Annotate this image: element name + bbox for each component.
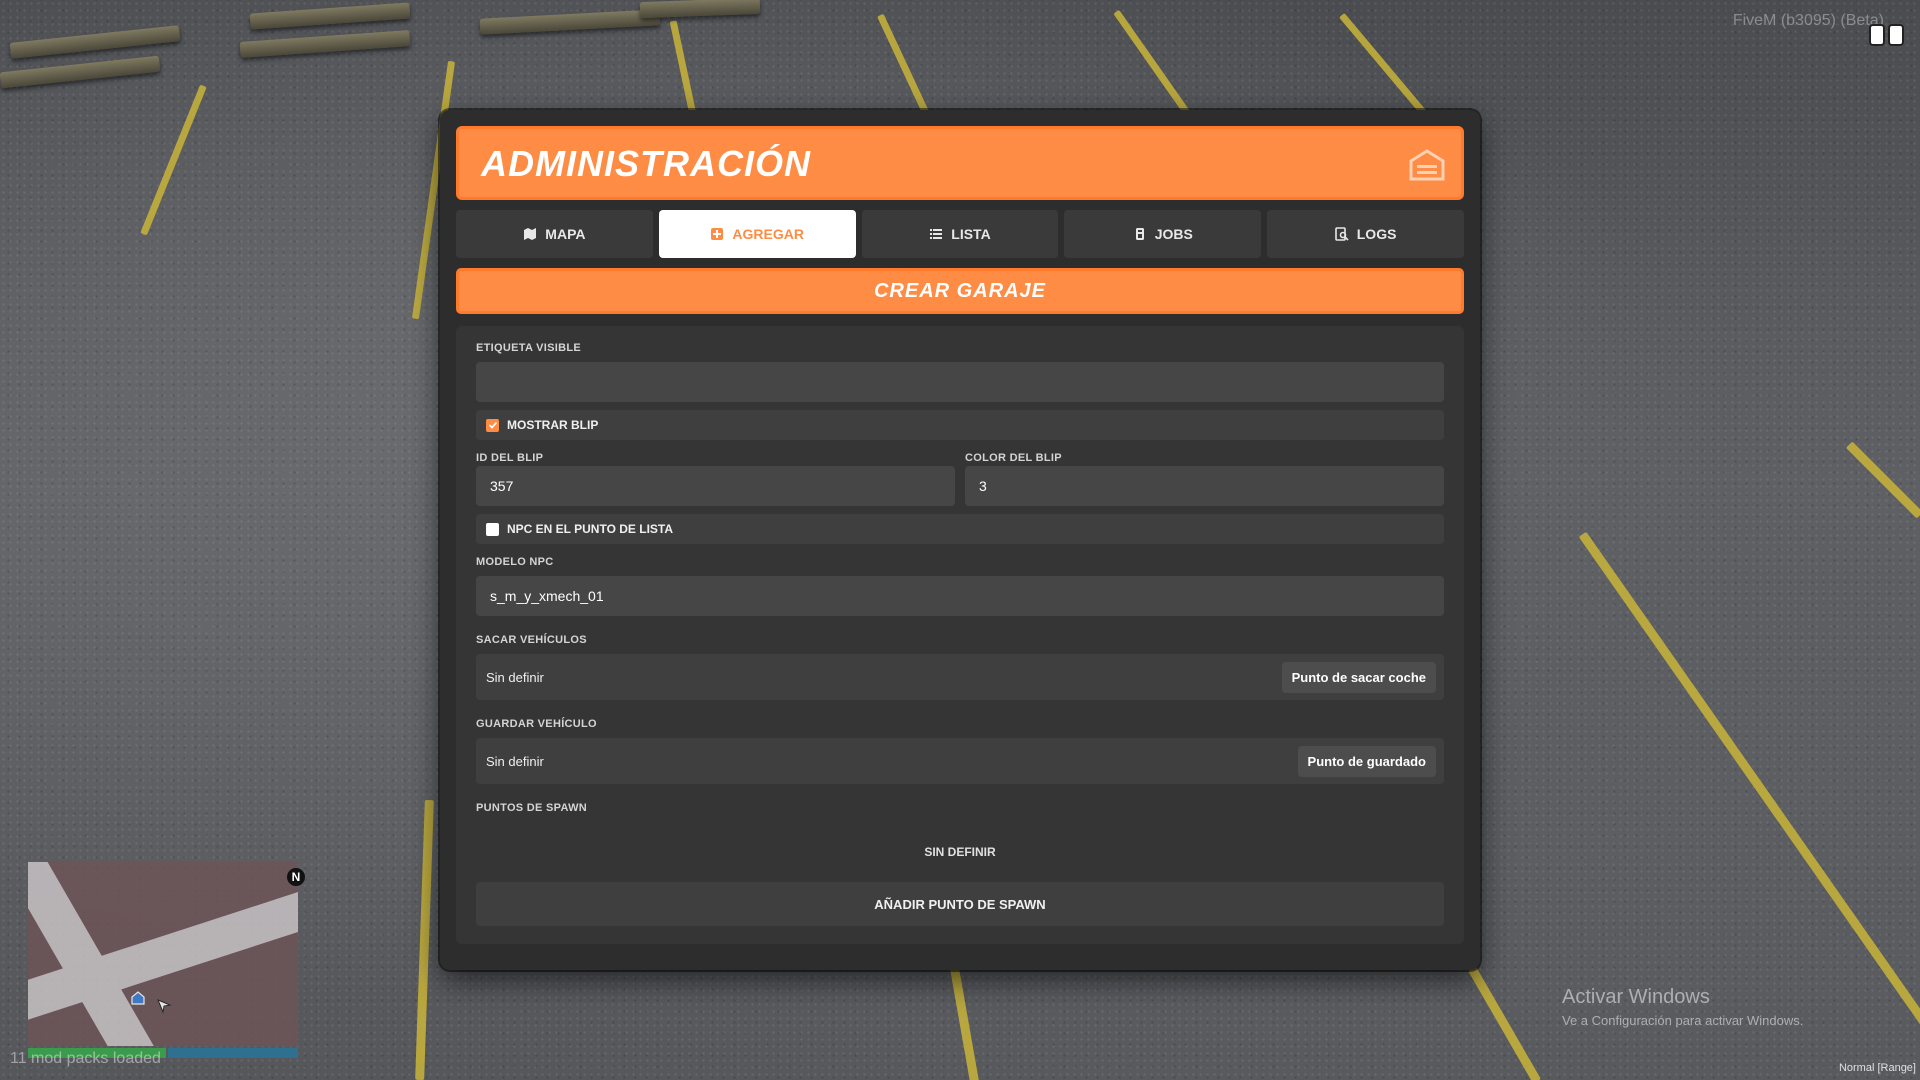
status-icon — [1888, 24, 1904, 46]
visible-label-input[interactable] — [476, 362, 1444, 402]
activate-windows-title: Activar Windows — [1562, 986, 1710, 1008]
spawn-points-label: PUNTOS DE SPAWN — [476, 802, 588, 814]
fivem-status-icons — [1869, 24, 1904, 46]
store-vehicle-value: Sin definir — [486, 753, 544, 769]
tab-mapa[interactable]: MAPA — [456, 210, 653, 258]
checkmark-icon — [488, 421, 497, 429]
garage-blip-icon — [131, 991, 145, 1005]
npc-point-toggle[interactable]: NPC EN EL PUNTO DE LISTA — [476, 514, 1444, 544]
set-store-point-button[interactable]: Punto de guardado — [1297, 745, 1436, 777]
blip-settings-row: ID DEL BLIP 357 COLOR DEL BLIP 3 — [476, 452, 1444, 506]
fivem-version-label: FiveM (b3095) (Beta) — [1732, 12, 1884, 29]
tab-label: MAPA — [545, 226, 586, 242]
plus-square-icon — [711, 228, 724, 240]
blip-id-input[interactable]: 357 — [476, 466, 955, 506]
section-title: CREAR GARAJE — [456, 268, 1464, 314]
badge-icon — [1135, 228, 1144, 240]
blip-id-label: ID DEL BLIP — [476, 452, 544, 464]
mods-loaded-label: 11 mod packs loaded — [10, 1050, 161, 1067]
take-vehicles-row: Sin definir Punto de sacar coche — [476, 654, 1444, 700]
show-blip-label: MOSTRAR BLIP — [507, 418, 599, 432]
armor-bar — [168, 1048, 298, 1058]
show-blip-checkbox[interactable] — [486, 418, 499, 432]
store-vehicle-row: Sin definir Punto de guardado — [476, 738, 1444, 784]
add-spawn-point-button[interactable]: AÑADIR PUNTO DE SPAWN — [476, 882, 1444, 926]
tab-jobs[interactable]: JOBS — [1064, 210, 1262, 258]
tab-logs[interactable]: LOGS — [1267, 210, 1464, 258]
map-icon — [524, 228, 537, 240]
garage-icon — [1409, 149, 1445, 181]
tab-label: LOGS — [1356, 226, 1397, 242]
tab-lista[interactable]: LISTA — [861, 210, 1059, 258]
status-icon — [1869, 24, 1885, 46]
set-take-point-button[interactable]: Punto de sacar coche — [1281, 661, 1436, 693]
spawn-points-empty: SIN DEFINIR — [924, 845, 996, 859]
visible-label-label: ETIQUETA VISIBLE — [476, 342, 582, 354]
blip-color-input[interactable]: 3 — [965, 466, 1444, 506]
blip-color-label: COLOR DEL BLIP — [965, 452, 1062, 464]
tab-agregar[interactable]: AGREGAR — [658, 210, 856, 258]
minimap — [28, 862, 298, 1046]
store-vehicle-label: GUARDAR VEHÍCULO — [476, 718, 597, 730]
north-indicator: N — [287, 868, 305, 886]
search-doc-icon — [1334, 227, 1349, 241]
player-arrow-icon — [157, 999, 172, 1014]
tab-label: LISTA — [951, 226, 991, 242]
create-garage-form: ETIQUETA VISIBLE MOSTRAR BLIP ID DEL BLI… — [456, 326, 1464, 944]
activate-windows-watermark: Activar Windows Ve a Configuración para … — [1562, 986, 1803, 1028]
activate-windows-subtitle: Ve a Configuración para activar Windows. — [1562, 1013, 1804, 1028]
tab-bar: MAPA AGREGAR LISTA JOBS LOGS — [456, 210, 1464, 258]
game-scene: FiveM (b3095) (Beta) ADMINISTRACIÓN MAPA… — [0, 0, 1920, 1080]
tab-label: JOBS — [1154, 226, 1193, 242]
list-icon — [930, 229, 943, 239]
panel-title: ADMINISTRACIÓN — [481, 143, 811, 184]
input-mode-label: Normal [Range] — [1838, 1062, 1916, 1074]
take-vehicles-label: SACAR VEHÍCULOS — [476, 634, 587, 646]
tab-label: AGREGAR — [732, 226, 804, 242]
panel-header: ADMINISTRACIÓN — [456, 126, 1464, 200]
admin-panel: ADMINISTRACIÓN MAPA AGREGAR LISTA JOBS L… — [440, 110, 1480, 970]
npc-point-label: NPC EN EL PUNTO DE LISTA — [507, 522, 674, 536]
npc-model-input[interactable]: s_m_y_xmech_01 — [476, 576, 1444, 616]
show-blip-toggle[interactable]: MOSTRAR BLIP — [476, 410, 1444, 440]
take-vehicles-value: Sin definir — [486, 669, 544, 685]
npc-model-label: MODELO NPC — [476, 556, 554, 568]
npc-point-checkbox[interactable] — [486, 522, 499, 536]
